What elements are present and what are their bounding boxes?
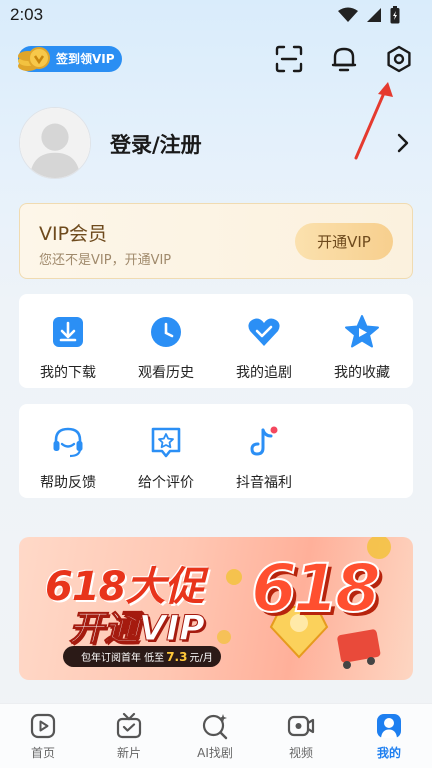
- status-icons: [338, 6, 400, 24]
- chevron-right-icon[interactable]: [396, 132, 410, 154]
- history-clock-icon: [151, 317, 181, 347]
- rate-app-label: 给个评价: [138, 475, 194, 491]
- promo-banner[interactable]: 618大促 开通VIP 618 包年订阅首年 低至 7.3 元/月: [19, 537, 413, 680]
- bottom-tab-bar: 首页 新片 AI找剧 视频 我的: [0, 703, 432, 768]
- tab-home[interactable]: 首页: [0, 712, 86, 761]
- default-avatar-icon: [20, 108, 90, 178]
- video-camera-icon: [287, 715, 315, 737]
- help-feedback-item[interactable]: 帮助反馈: [19, 422, 117, 492]
- my-downloads-item[interactable]: 我的下载: [19, 312, 117, 382]
- scan-icon[interactable]: [274, 44, 304, 74]
- wifi-icon: [338, 7, 358, 22]
- status-bar: 2:03: [0, 0, 432, 32]
- rate-star-icon: [151, 427, 181, 458]
- help-feedback-label: 帮助反馈: [40, 475, 96, 491]
- promo-618-badge: 618: [250, 549, 382, 628]
- headset-icon: [53, 427, 83, 458]
- login-register-link[interactable]: 登录/注册: [110, 129, 202, 159]
- promo-subheadline: 开通VIP: [69, 609, 206, 650]
- cellular-signal-icon: [367, 8, 381, 22]
- tab-video-label: 视频: [288, 746, 313, 760]
- open-vip-button[interactable]: 开通VIP: [295, 223, 393, 260]
- vip-subtitle: 您还不是VIP，开通VIP: [39, 253, 172, 268]
- settings-gear-icon[interactable]: [384, 44, 414, 74]
- notification-bell-icon[interactable]: [329, 44, 359, 74]
- tab-ai-search-label: AI找剧: [197, 746, 233, 760]
- favorite-star-icon: [345, 315, 379, 348]
- rate-app-item[interactable]: 给个评价: [117, 422, 215, 492]
- profile-icon: [377, 714, 401, 738]
- my-favorites-item[interactable]: 我的收藏: [313, 312, 411, 382]
- signin-label: 签到领VIP: [56, 52, 115, 66]
- my-shows-item[interactable]: 我的追剧: [215, 312, 313, 382]
- my-downloads-label: 我的下载: [40, 365, 96, 381]
- douyin-benefits-label: 抖音福利: [236, 475, 292, 491]
- support-actions-card: 帮助反馈 给个评价 抖音福利: [19, 404, 413, 498]
- coin-icon: [18, 47, 50, 71]
- follow-heart-icon: [248, 318, 280, 346]
- tab-home-label: 首页: [30, 746, 55, 760]
- my-favorites-label: 我的收藏: [334, 365, 390, 381]
- download-icon: [53, 317, 83, 347]
- douyin-benefits-item[interactable]: 抖音福利: [215, 422, 313, 492]
- douyin-icon: [250, 426, 278, 456]
- battery-icon: [390, 6, 400, 24]
- vip-title: VIP会员: [39, 223, 108, 245]
- watch-history-item[interactable]: 观看历史: [117, 312, 215, 382]
- status-time: 2:03: [10, 5, 44, 24]
- avatar[interactable]: [19, 107, 91, 179]
- promo-prefix: 包年订阅首年 低至: [81, 653, 165, 664]
- promo-suffix: 元/月: [189, 653, 213, 664]
- tab-new-releases-label: 新片: [116, 746, 141, 760]
- tab-profile[interactable]: 我的: [346, 712, 432, 761]
- promo-price-strip: 包年订阅首年 低至 7.3 元/月: [63, 646, 221, 667]
- tab-video[interactable]: 视频: [258, 712, 344, 761]
- home-play-icon: [30, 713, 56, 739]
- watch-history-label: 观看历史: [138, 365, 194, 381]
- tab-new-releases[interactable]: 新片: [86, 712, 172, 761]
- my-shows-label: 我的追剧: [236, 365, 292, 381]
- ai-search-icon: [202, 714, 228, 740]
- red-arrow-annotation: [354, 82, 393, 160]
- quick-actions-card: 我的下载 观看历史 我的追剧 我的收藏: [19, 294, 413, 388]
- tab-profile-label: 我的: [376, 746, 401, 760]
- vip-card[interactable]: VIP会员 您还不是VIP，开通VIP 开通VIP: [19, 203, 413, 279]
- signin-vip-button[interactable]: 签到领VIP: [18, 46, 122, 72]
- promo-price: 7.3: [166, 649, 188, 664]
- tv-icon: [116, 712, 142, 739]
- tab-ai-search[interactable]: AI找剧: [172, 712, 258, 761]
